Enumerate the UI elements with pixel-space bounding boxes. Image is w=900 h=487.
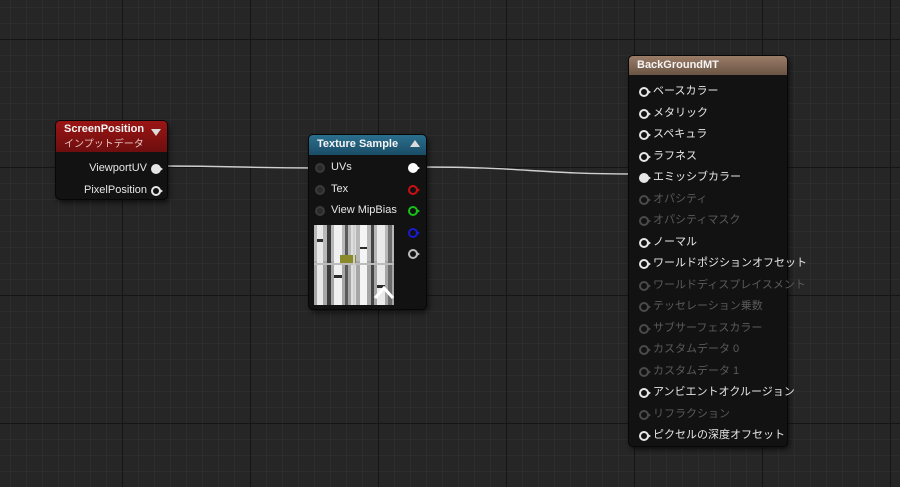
output-pin-green-icon[interactable] <box>408 206 420 216</box>
material-input-label: メタリック <box>653 106 708 119</box>
wire-viewportuv-to-uvs <box>159 165 321 169</box>
texture-sample-outputs <box>396 157 426 265</box>
material-input-label: ワールドディスプレイスメント <box>653 278 806 291</box>
material-input-label: アンビエントオクルージョン <box>653 386 795 398</box>
material-input-opacity-mask: オパシティマスク <box>629 210 787 232</box>
pin-label-viewmipbias: View MipBias <box>331 204 397 216</box>
input-pin-icon[interactable] <box>315 163 325 173</box>
screen-position-subtitle: インプットデータ <box>64 139 144 150</box>
output-pin-r[interactable] <box>396 179 426 201</box>
input-pin-disabled-icon <box>639 345 651 355</box>
output-pin-b[interactable] <box>396 222 426 244</box>
material-input-world-displacement: ワールドディスプレイスメント <box>629 275 806 297</box>
material-input-label: ラフネス <box>653 149 697 162</box>
material-input-list: ベースカラー メタリック スペキュラ ラフネス エミッシブカラー オパシティ オ… <box>629 75 807 447</box>
material-input-normal[interactable]: ノーマル <box>629 232 787 254</box>
material-input-label: テッセレーション乗数 <box>653 300 763 312</box>
output-pin-red-icon[interactable] <box>408 184 420 195</box>
material-input-label: ノーマル <box>653 235 697 248</box>
material-title: BackGroundMT <box>637 59 719 71</box>
screen-position-title: ScreenPosition <box>64 123 145 135</box>
input-pin-icon[interactable] <box>639 87 651 97</box>
output-pin-pixelposition[interactable]: PixelPosition <box>56 180 167 202</box>
output-pin-alpha-icon[interactable] <box>408 249 420 259</box>
material-input-label: ベースカラー <box>653 85 719 97</box>
material-input-opacity: オパシティ <box>629 189 787 211</box>
input-pin-icon[interactable] <box>315 206 325 216</box>
material-result-node[interactable]: BackGroundMT ベースカラー メタリック スペキュラ ラフネス エミッ… <box>629 56 807 447</box>
screen-position-node[interactable]: ScreenPosition インプットデータ ViewportUV Pixel… <box>56 121 167 199</box>
output-pin-blue-icon[interactable] <box>408 227 420 238</box>
material-input-world-position-offset[interactable]: ワールドポジションオフセット <box>629 253 807 275</box>
output-pin-rgb[interactable] <box>396 157 426 179</box>
collapse-arrow-icon[interactable] <box>151 129 161 136</box>
material-input-label: カスタムデータ 1 <box>653 364 740 377</box>
collapse-arrow-icon[interactable] <box>410 140 420 147</box>
material-input-base-color[interactable]: ベースカラー <box>629 81 787 103</box>
texture-sample-node[interactable]: Texture Sample UVs Tex View MipBias <box>309 135 426 309</box>
material-input-refraction: リフラクション <box>629 404 787 426</box>
material-input-tessellation-multiplier: テッセレーション乗数 <box>629 296 787 318</box>
input-pin-connected-icon[interactable] <box>639 173 651 183</box>
input-pin-tex[interactable]: Tex <box>309 179 391 201</box>
material-input-label: オパシティマスク <box>653 214 741 226</box>
texture-sample-inputs: UVs Tex View MipBias <box>309 157 397 222</box>
pin-label-tex: Tex <box>331 182 349 195</box>
input-pin-icon[interactable] <box>639 130 651 140</box>
wire-rgb-to-emissive <box>417 166 643 175</box>
input-pin-icon[interactable] <box>639 431 651 441</box>
material-input-custom-data-1: カスタムデータ 1 <box>629 361 787 383</box>
input-pin-icon[interactable] <box>315 184 325 195</box>
material-input-pixel-depth-offset[interactable]: ピクセルの深度オフセット <box>629 425 787 447</box>
material-input-label: サブサーフェスカラー <box>653 321 763 334</box>
texture-sample-title: Texture Sample <box>317 138 399 150</box>
output-pin-viewportuv[interactable]: ViewportUV <box>56 158 167 180</box>
input-pin-disabled-icon <box>639 194 651 205</box>
material-input-label: ピクセルの深度オフセット <box>653 429 785 441</box>
material-input-specular[interactable]: スペキュラ <box>629 124 787 146</box>
input-pin-icon[interactable] <box>639 259 651 269</box>
material-input-ambient-occlusion[interactable]: アンビエントオクルージョン <box>629 382 795 404</box>
input-pin-icon[interactable] <box>639 237 651 248</box>
input-pin-disabled-icon <box>639 302 651 312</box>
material-input-subsurface-color: サブサーフェスカラー <box>629 318 787 340</box>
texture-sample-header[interactable]: Texture Sample <box>309 135 426 155</box>
input-pin-disabled-icon <box>639 280 651 291</box>
input-pin-disabled-icon <box>639 323 651 334</box>
screen-position-header[interactable]: ScreenPosition インプットデータ <box>56 121 167 152</box>
material-input-label: リフラクション <box>653 407 730 420</box>
material-input-label: エミッシブカラー <box>653 171 741 183</box>
input-pin-uvs[interactable]: UVs <box>309 157 391 179</box>
material-graph-canvas[interactable]: ScreenPosition インプットデータ ViewportUV Pixel… <box>0 0 900 487</box>
input-pin-viewmipbias[interactable]: View MipBias <box>309 200 397 222</box>
output-pin-g[interactable] <box>396 200 426 222</box>
input-pin-disabled-icon <box>639 409 651 420</box>
texture-preview-thumbnail <box>314 225 394 305</box>
material-input-roughness[interactable]: ラフネス <box>629 146 787 168</box>
material-input-metallic[interactable]: メタリック <box>629 103 787 125</box>
material-input-custom-data-0: カスタムデータ 0 <box>629 339 787 361</box>
input-pin-icon[interactable] <box>639 151 651 162</box>
input-pin-icon[interactable] <box>639 108 651 119</box>
material-input-label: オパシティ <box>653 192 708 205</box>
output-pin-a[interactable] <box>396 243 426 265</box>
output-pin-empty-icon[interactable] <box>151 185 163 196</box>
material-input-label: スペキュラ <box>653 128 708 140</box>
material-input-label: カスタムデータ 0 <box>653 343 740 355</box>
material-input-emissive-color[interactable]: エミッシブカラー <box>629 167 787 189</box>
output-pin-rgb-icon[interactable] <box>408 163 420 173</box>
input-pin-icon[interactable] <box>639 388 651 398</box>
birch-forest-thumbnail-icon <box>314 225 394 305</box>
input-pin-disabled-icon <box>639 216 651 226</box>
pin-label-viewportuv: ViewportUV <box>89 162 147 174</box>
pin-label-pixelposition: PixelPosition <box>84 183 147 196</box>
pin-label-uvs: UVs <box>331 161 352 173</box>
output-pin-filled-icon[interactable] <box>151 164 163 174</box>
input-pin-disabled-icon <box>639 366 651 377</box>
material-input-label: ワールドポジションオフセット <box>653 257 807 269</box>
material-header[interactable]: BackGroundMT <box>629 56 787 75</box>
